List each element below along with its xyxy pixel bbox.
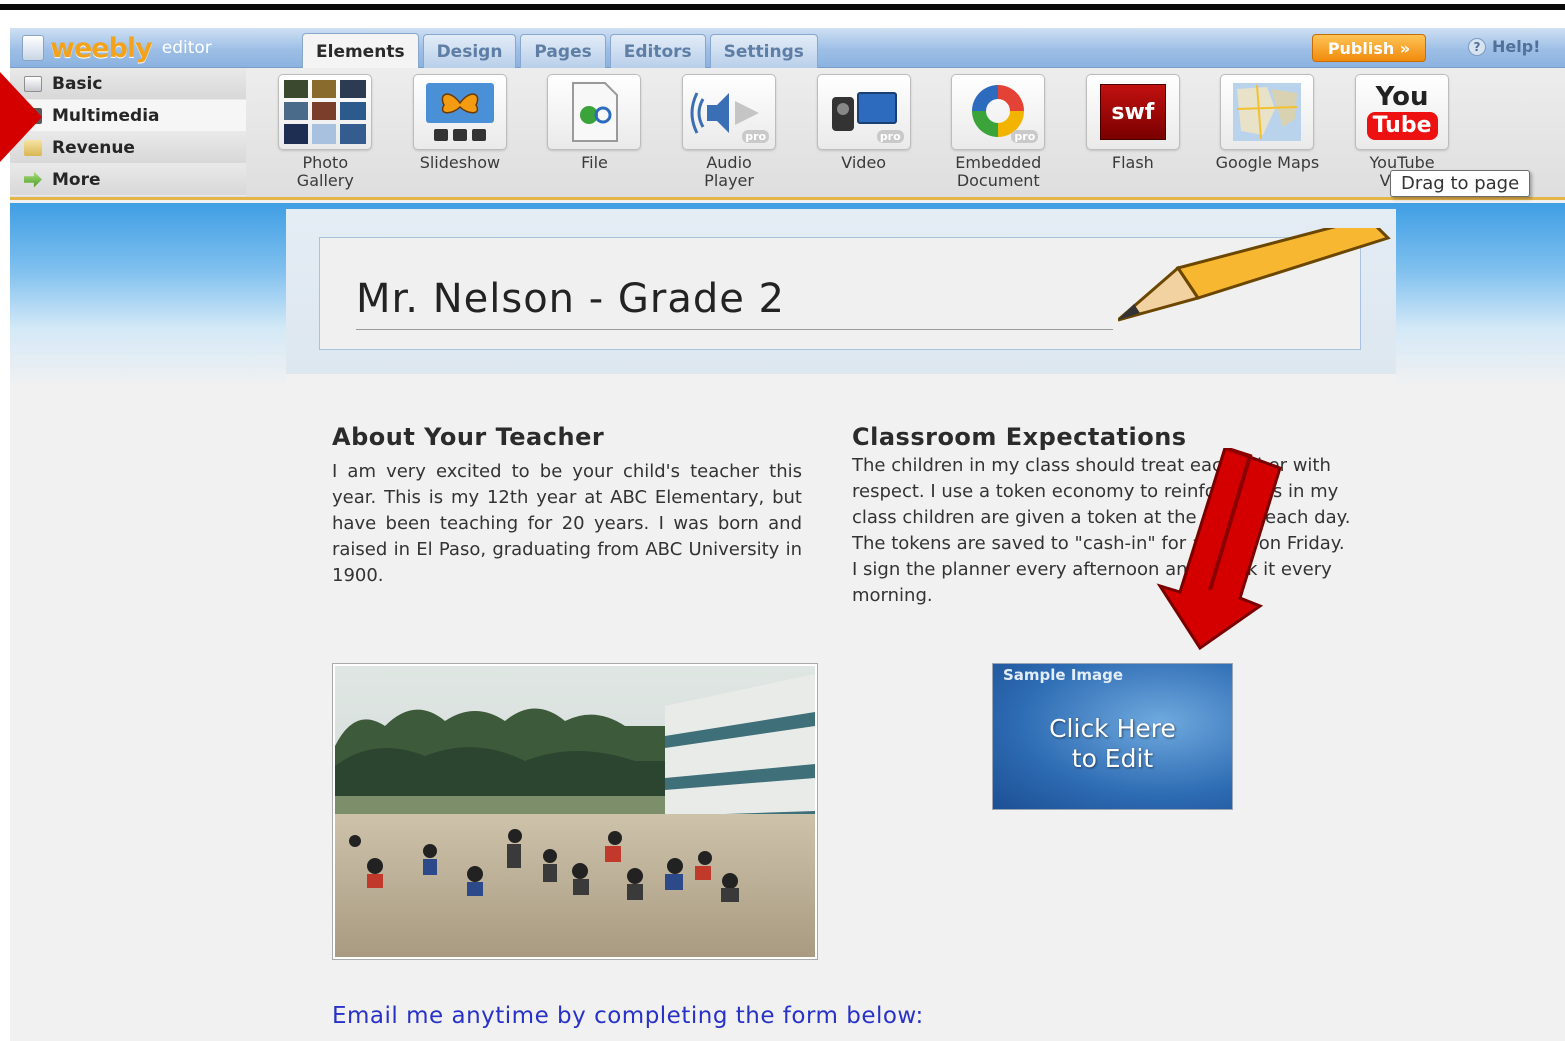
youtube-tube-text: Tube [1366,112,1438,140]
element-label: Video [841,153,887,172]
video-camera-icon: pro [816,74,911,150]
element-label: File [581,153,608,172]
category-label: Multimedia [52,105,160,126]
tab-pages[interactable]: Pages [520,34,606,68]
slideshow-icon [412,74,507,150]
sample-image-cta: Click Here to Edit [1049,714,1176,773]
category-label: More [52,169,101,190]
element-categories: Basic Multimedia Revenue More [10,68,246,197]
element-google-maps[interactable]: Google Maps [1200,74,1335,190]
embedded-document-icon: pro [951,74,1046,150]
help-label: Help! [1492,37,1541,56]
category-basic[interactable]: Basic [10,68,246,100]
element-embedded-document[interactable]: pro Embedded Document [931,74,1066,190]
pro-badge: pro [1011,130,1039,143]
element-file[interactable]: File [527,74,662,190]
editor-header: weebly editor Elements Design Pages Edit… [10,28,1565,69]
publish-button[interactable]: Publish » [1312,34,1426,62]
element-photo-gallery[interactable]: Photo Gallery [258,74,393,190]
element-label: Audio Player [704,153,754,190]
sample-image-label: Sample Image [1003,666,1124,684]
main-tabs: Elements Design Pages Editors Settings [302,33,818,69]
red-annotation-pointer [0,72,42,162]
element-label: Flash [1111,153,1154,172]
page-canvas: Mr. Nelson - Grade 2 About Your Teacher … [10,203,1565,1041]
category-multimedia[interactable]: Multimedia [10,100,246,132]
logo-subtext: editor [161,38,212,58]
element-label: Embedded Document [955,153,1042,190]
category-more[interactable]: More [10,164,246,196]
help-question-icon: ? [1468,37,1486,56]
top-border-rule [0,4,1565,10]
pencil-graphic [1118,228,1391,322]
about-body[interactable]: I am very excited to be your child's tea… [332,459,802,589]
element-video[interactable]: pro Video [796,74,931,190]
elements-toolbar: Basic Multimedia Revenue More Photo Gall… [10,68,1565,200]
element-palette: Photo Gallery Slideshow File pro Audio P… [258,74,1469,190]
classroom-photo[interactable] [332,663,818,960]
category-label: Basic [52,73,103,94]
category-revenue[interactable]: Revenue [10,132,246,164]
photo-gallery-icon [278,74,373,150]
category-label: Revenue [52,137,135,158]
arrow-right-icon [24,171,42,188]
weebly-logo: weebly editor [22,30,212,66]
element-label: Slideshow [419,153,501,172]
expectations-heading[interactable]: Classroom Expectations [852,423,1352,451]
flash-icon: swf [1085,74,1180,150]
email-prompt[interactable]: Email me anytime by completing the form … [332,1003,924,1029]
audio-player-icon: pro [682,74,777,150]
element-label: Google Maps [1215,153,1320,172]
tab-settings[interactable]: Settings [709,34,818,68]
classroom-photo-image [335,666,815,957]
about-heading[interactable]: About Your Teacher [332,423,802,451]
youtube-you-text: You [1375,82,1429,112]
weebly-logo-icon [22,35,44,61]
element-flash[interactable]: swf Flash [1066,74,1201,190]
file-icon [547,74,642,150]
element-audio-player[interactable]: pro Audio Player [662,74,797,190]
weebly-editor: weebly editor Elements Design Pages Edit… [10,28,1565,1041]
about-section: About Your Teacher I am very excited to … [332,423,802,589]
red-annotation-arrow [1156,448,1282,651]
swf-badge: swf [1099,84,1166,140]
help-link[interactable]: ? Help! [1468,37,1540,56]
sample-image[interactable]: Sample Image Click Here to Edit [992,663,1233,810]
title-underline [356,329,1113,330]
google-maps-icon [1220,74,1315,150]
youtube-icon: You Tube [1355,74,1450,150]
logo-text: weebly [50,32,153,64]
site-title[interactable]: Mr. Nelson - Grade 2 [356,276,785,322]
element-label: Photo Gallery [296,153,354,190]
element-slideshow[interactable]: Slideshow [393,74,528,190]
drag-tooltip: Drag to page [1390,170,1531,197]
tab-elements[interactable]: Elements [302,33,419,69]
tab-design[interactable]: Design [422,34,517,68]
tab-editors[interactable]: Editors [609,34,706,68]
pro-badge: pro [742,130,770,143]
pro-badge: pro [876,130,904,143]
